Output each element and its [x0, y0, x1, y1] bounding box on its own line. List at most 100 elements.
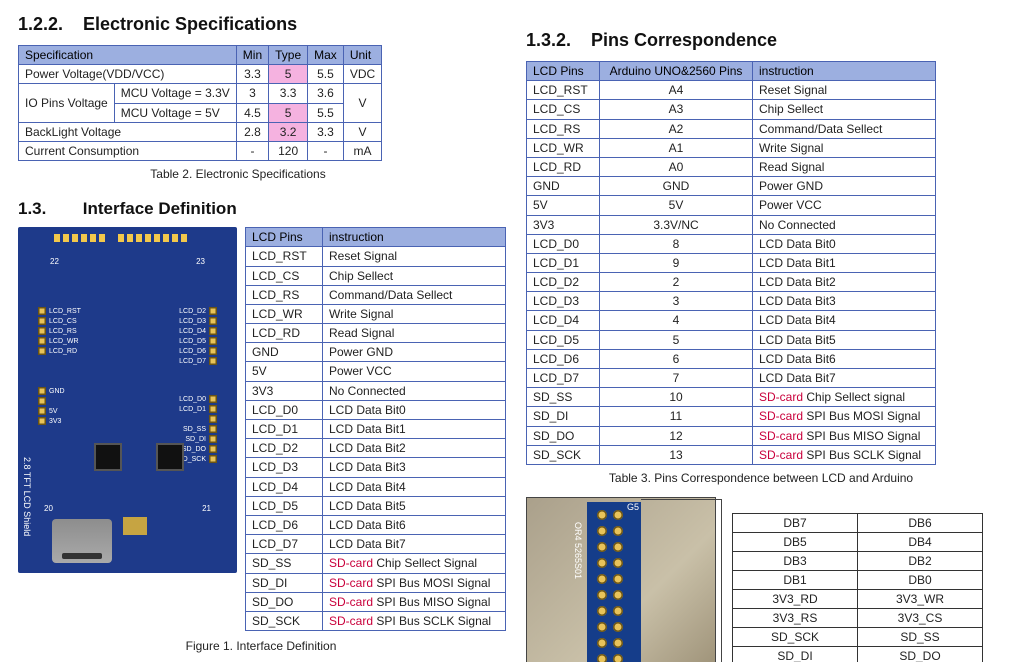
td: 9	[600, 253, 753, 272]
td: LCD Data Bit2	[753, 273, 936, 292]
td: mA	[343, 141, 381, 160]
td: LCD_D3	[246, 458, 323, 477]
td: DB0	[858, 570, 983, 589]
td: Power VCC	[323, 362, 506, 381]
td: LCD Data Bit5	[753, 330, 936, 349]
td: SD-card SPI Bus SCLK Signal	[323, 611, 506, 630]
td: V	[343, 84, 381, 122]
td: MCU Voltage = 5V	[114, 103, 236, 122]
con1-figure: G5 OR4 5265S01 CON1 DB7DB6DB5DB4DB3DB2DB…	[526, 497, 1016, 662]
td: Reset Signal	[753, 81, 936, 100]
board-right-pins-1: LCD_D2LCD_D3LCD_D4LCD_D5LCD_D6LCD_D7	[179, 307, 217, 365]
td: SD_DI	[527, 407, 600, 426]
td: LCD_RS	[246, 285, 323, 304]
td: LCD Data Bit1	[753, 253, 936, 272]
td: 3V3	[246, 381, 323, 400]
td: DB7	[733, 513, 858, 532]
td: LCD_D0	[527, 234, 600, 253]
td: 6	[600, 349, 753, 368]
th: LCD Pins	[527, 62, 600, 81]
th: Arduino UNO&2560 Pins	[600, 62, 753, 81]
td: SD_DO	[246, 592, 323, 611]
td: SD_SS	[527, 388, 600, 407]
td: 3V3_CS	[858, 608, 983, 627]
td: DB3	[733, 551, 858, 570]
td: A2	[600, 119, 753, 138]
td: 3	[236, 84, 268, 103]
td: A0	[600, 157, 753, 176]
td: LCD_D2	[527, 273, 600, 292]
td: Write Signal	[753, 138, 936, 157]
td: 4	[600, 311, 753, 330]
td: 5	[269, 65, 308, 84]
td: LCD_CS	[246, 266, 323, 285]
td: LCD_D7	[527, 369, 600, 388]
th-min: Min	[236, 46, 268, 65]
td: DB6	[858, 513, 983, 532]
th-max: Max	[308, 46, 344, 65]
td: LCD Data Bit7	[753, 369, 936, 388]
pcb-board-figure: 22 23 LCD_RSTLCD_CSLCD_RSLCD_WRLCD_RD GN…	[18, 227, 237, 573]
td: Power GND	[753, 177, 936, 196]
td: SD_SS	[858, 627, 983, 646]
td: LCD Data Bit0	[323, 400, 506, 419]
td: LCD Data Bit0	[753, 234, 936, 253]
td: LCD Data Bit6	[323, 515, 506, 534]
td: 120	[269, 141, 308, 160]
td: 3V3_RD	[733, 589, 858, 608]
td: LCD_D1	[246, 420, 323, 439]
td: LCD Data Bit4	[323, 477, 506, 496]
td: SD-card SPI Bus SCLK Signal	[753, 445, 936, 464]
td: SD-card Chip Sellect signal	[753, 388, 936, 407]
section-122-heading: 1.2.2. Electronic Specifications	[18, 14, 506, 35]
pins-correspondence-table: LCD Pins Arduino UNO&2560 Pins instructi…	[526, 61, 936, 465]
td: 3.3	[269, 84, 308, 103]
td: SD_DO	[527, 426, 600, 445]
con1-pin-table: DB7DB6DB5DB4DB3DB2DB1DB03V3_RD3V3_WR3V3_…	[732, 513, 983, 662]
td: LCD_D3	[527, 292, 600, 311]
td: 4.5	[236, 103, 268, 122]
td: 5	[269, 103, 308, 122]
photo-label-g5: G5	[627, 502, 639, 512]
td: LCD_D0	[246, 400, 323, 419]
td: SD_DI	[733, 646, 858, 662]
td: Current Consumption	[19, 141, 237, 160]
td: LCD Data Bit2	[323, 439, 506, 458]
td: Command/Data Sellect	[753, 119, 936, 138]
td: 10	[600, 388, 753, 407]
board-side-label: 2.8 TFT LCD Shield	[22, 457, 32, 536]
chip-ic-2	[156, 443, 184, 471]
td: LCD Data Bit1	[323, 420, 506, 439]
td: LCD_D4	[246, 477, 323, 496]
table3-caption: Table 3. Pins Correspondence between LCD…	[526, 471, 996, 485]
td: SD_DO	[858, 646, 983, 662]
td: V	[343, 122, 381, 141]
td: Chip Sellect	[323, 266, 506, 285]
td: VDC	[343, 65, 381, 84]
td: 11	[600, 407, 753, 426]
td: 5.5	[308, 103, 344, 122]
td: SD-card SPI Bus MISO Signal	[323, 592, 506, 611]
td: SD-card SPI Bus MISO Signal	[753, 426, 936, 445]
td: A4	[600, 81, 753, 100]
sd-card-slot-icon	[52, 519, 112, 563]
td: 3.6	[308, 84, 344, 103]
td: 5V	[246, 362, 323, 381]
chip-ic-1	[94, 443, 122, 471]
td: Power Voltage(VDD/VCC)	[19, 65, 237, 84]
td: LCD_D1	[527, 253, 600, 272]
td: No Connected	[753, 215, 936, 234]
td: 3.3	[308, 122, 344, 141]
td: -	[236, 141, 268, 160]
td: SD-card SPI Bus MOSI Signal	[753, 407, 936, 426]
td: GND	[600, 177, 753, 196]
td: IO Pins Voltage	[19, 84, 115, 122]
td: LCD_RD	[246, 324, 323, 343]
td: LCD Data Bit4	[753, 311, 936, 330]
td: BackLight Voltage	[19, 122, 237, 141]
td: GND	[527, 177, 600, 196]
td: 3	[600, 292, 753, 311]
td: LCD Data Bit6	[753, 349, 936, 368]
td: LCD Data Bit7	[323, 535, 506, 554]
td: SD_SS	[246, 554, 323, 573]
